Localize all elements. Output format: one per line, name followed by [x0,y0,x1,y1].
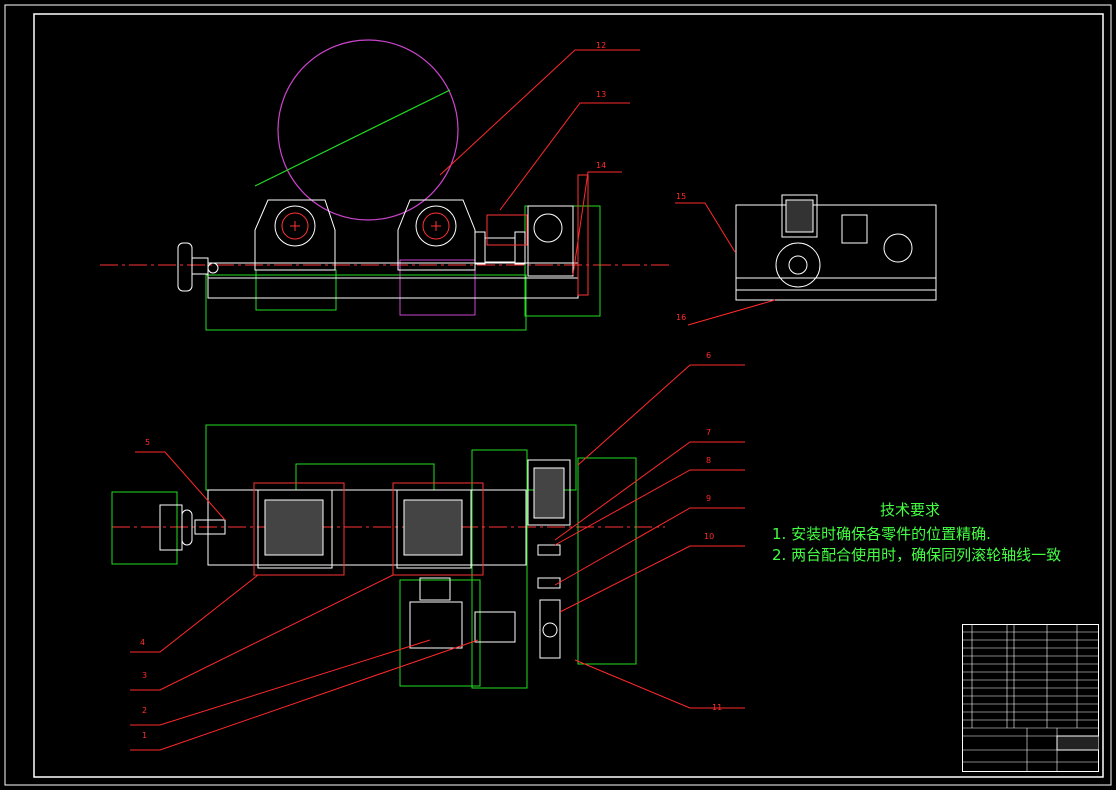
callout-13: 13 [596,90,606,99]
callout-3: 3 [142,671,147,680]
handwheel-front [177,242,219,292]
callout-labels: 1 2 3 4 5 6 7 8 9 10 11 12 13 14 15 16 [140,41,722,740]
side-roller [775,242,821,288]
side-frame [735,204,937,301]
callout-9: 9 [706,494,711,503]
leaders [130,49,776,751]
front-boundary-drive [524,205,601,317]
front-base-rail [207,262,579,299]
title-block [962,624,1099,772]
callout-12: 12 [596,41,606,50]
side-coupling [841,214,868,244]
callout-2: 2 [142,706,147,715]
top-roller-2 [392,482,484,576]
callout-1: 1 [142,731,147,740]
roller-stand-1 [254,199,336,271]
note-item-2: 2. 两台配合使用时，确保同列滚轮轴线一致 [772,546,1062,564]
callout-6: 6 [706,351,711,360]
front-boundary-base [205,274,527,331]
drawing-frame [33,13,1104,778]
top-roller-1 [253,482,345,576]
front-view [100,39,670,331]
callout-7: 7 [706,428,711,437]
technical-requirements: 技术要求 1. 安装时确保各零件的位置精确. 2. 两台配合使用时，确保同列滚轮… [772,500,1061,566]
top-boundary-handwheel [111,491,178,565]
note-item-1: 1. 安装时确保各零件的位置精确. [772,525,991,543]
top-view [111,424,665,689]
cad-drawing: 1 2 3 4 5 6 7 8 9 10 11 12 13 14 15 16 [4,4,1112,786]
workpiece-diameter-line [254,89,451,187]
callout-14: 14 [596,161,606,170]
side-motor-fins [785,199,814,233]
callout-15: 15 [676,192,686,201]
side-view [735,194,937,301]
outer-border [4,4,1112,786]
front-drive-unit [474,174,589,296]
callout-4: 4 [140,638,145,647]
callout-16: 16 [676,313,686,322]
front-boundary-roller2 [399,259,476,316]
callout-10: 10 [704,532,714,541]
front-boundary-roller1 [255,269,337,311]
callout-5: 5 [145,438,150,447]
callout-11: 11 [712,703,722,712]
top-boundary-upper [205,424,577,491]
callout-8: 8 [706,456,711,465]
notes-title: 技术要求 [880,501,941,519]
side-gearbox [883,233,913,263]
